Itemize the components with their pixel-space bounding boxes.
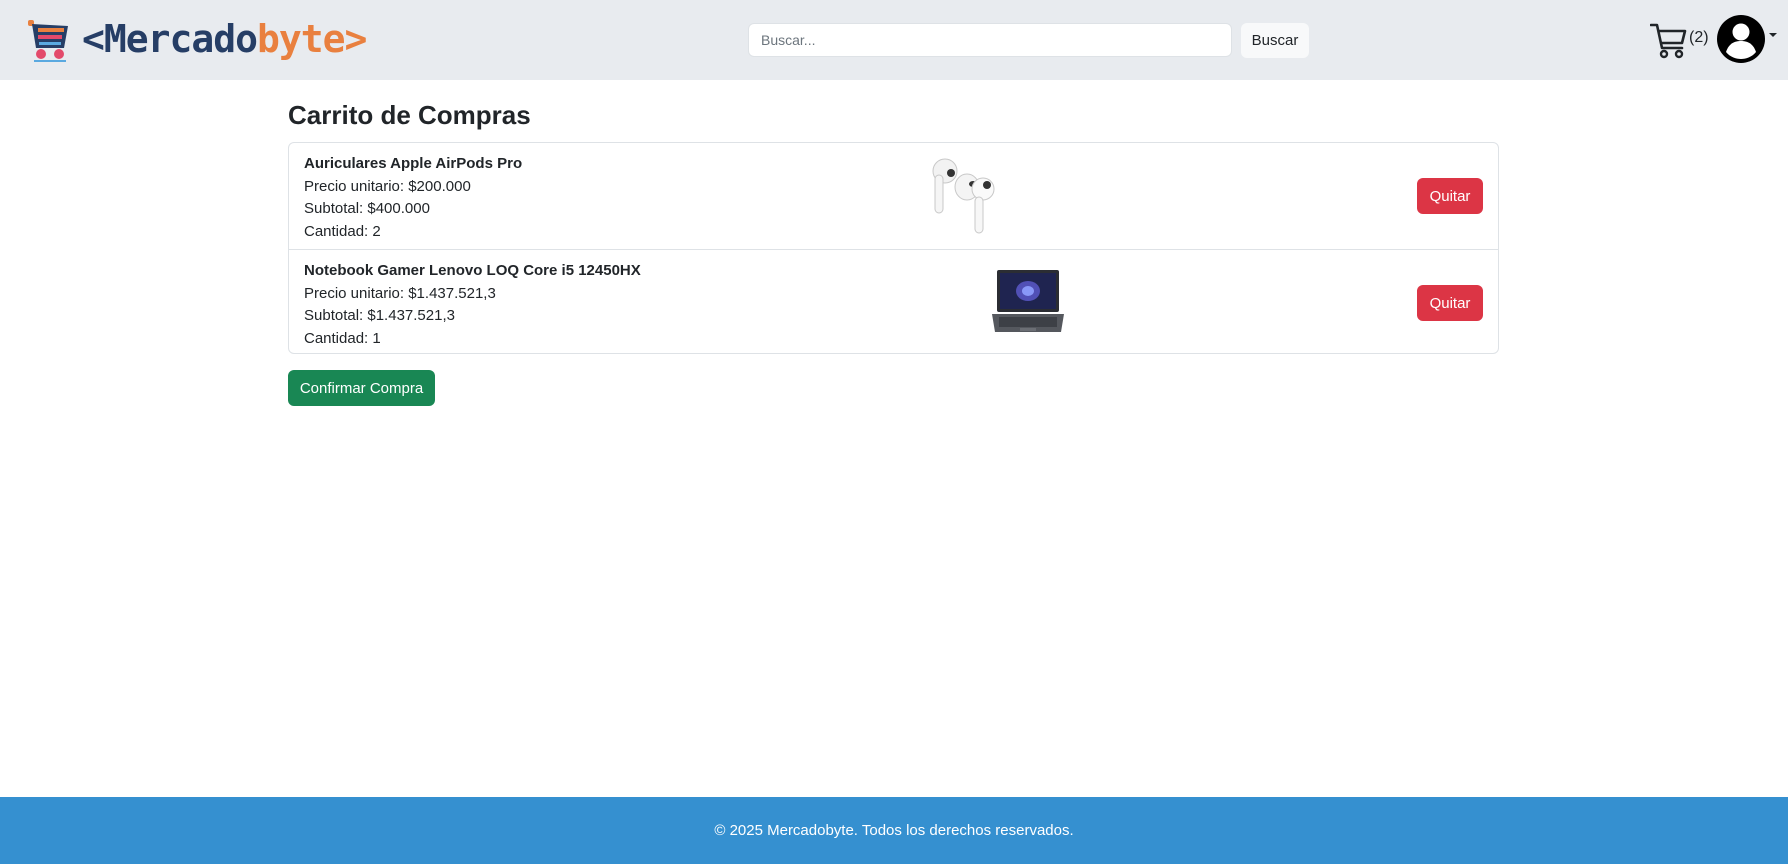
airpods-image [932, 158, 995, 234]
remove-item-button[interactable]: Quitar [1417, 178, 1483, 214]
item-name: Auriculares Apple AirPods Pro [304, 155, 523, 172]
navbar: <Mercadobyte> Buscar (2) [0, 0, 1788, 80]
footer: © 2025 Mercadobyte. Todos los derechos r… [0, 797, 1788, 864]
cart-icon [1650, 23, 1687, 59]
item-info: Auriculares Apple AirPods Pro Precio uni… [304, 153, 522, 243]
search-button[interactable]: Buscar [1241, 23, 1309, 58]
brand-link[interactable]: <Mercadobyte> [26, 14, 367, 64]
chevron-down-icon [1769, 33, 1777, 37]
cart-item: Notebook Gamer Lenovo LOQ Core i5 12450H… [289, 249, 1498, 355]
search-input[interactable] [748, 23, 1232, 57]
remove-item-button[interactable]: Quitar [1417, 285, 1483, 321]
item-unit-price: Precio unitario: $200.000 [304, 177, 471, 195]
cart-link[interactable]: (2) [1650, 20, 1709, 60]
confirm-purchase-button[interactable]: Confirmar Compra [288, 370, 435, 406]
item-quantity: Cantidad: 1 [304, 329, 381, 347]
cart-count: (2) [1689, 29, 1709, 46]
item-unit-price: Precio unitario: $1.437.521,3 [304, 284, 496, 302]
item-name: Notebook Gamer Lenovo LOQ Core i5 12450H… [304, 262, 641, 279]
item-subtotal: Subtotal: $1.437.521,3 [304, 307, 455, 324]
user-menu-toggle[interactable] [1716, 14, 1778, 64]
cart-item: Auriculares Apple AirPods Pro Precio uni… [289, 143, 1498, 248]
item-subtotal: Subtotal: $400.000 [304, 200, 430, 217]
user-avatar-icon [1717, 15, 1765, 63]
item-info: Notebook Gamer Lenovo LOQ Core i5 12450H… [304, 260, 641, 350]
cart-item-list: Auriculares Apple AirPods Pro Precio uni… [288, 142, 1499, 354]
item-quantity: Cantidad: 2 [304, 222, 381, 240]
shopping-cart-logo-icon [28, 20, 68, 62]
footer-copyright: © 2025 Mercadobyte. Todos los derechos r… [714, 822, 1074, 839]
brand-name: <Mercadobyte> [82, 17, 367, 61]
page-title: Carrito de Compras [288, 100, 531, 130]
laptop-image [992, 270, 1064, 332]
